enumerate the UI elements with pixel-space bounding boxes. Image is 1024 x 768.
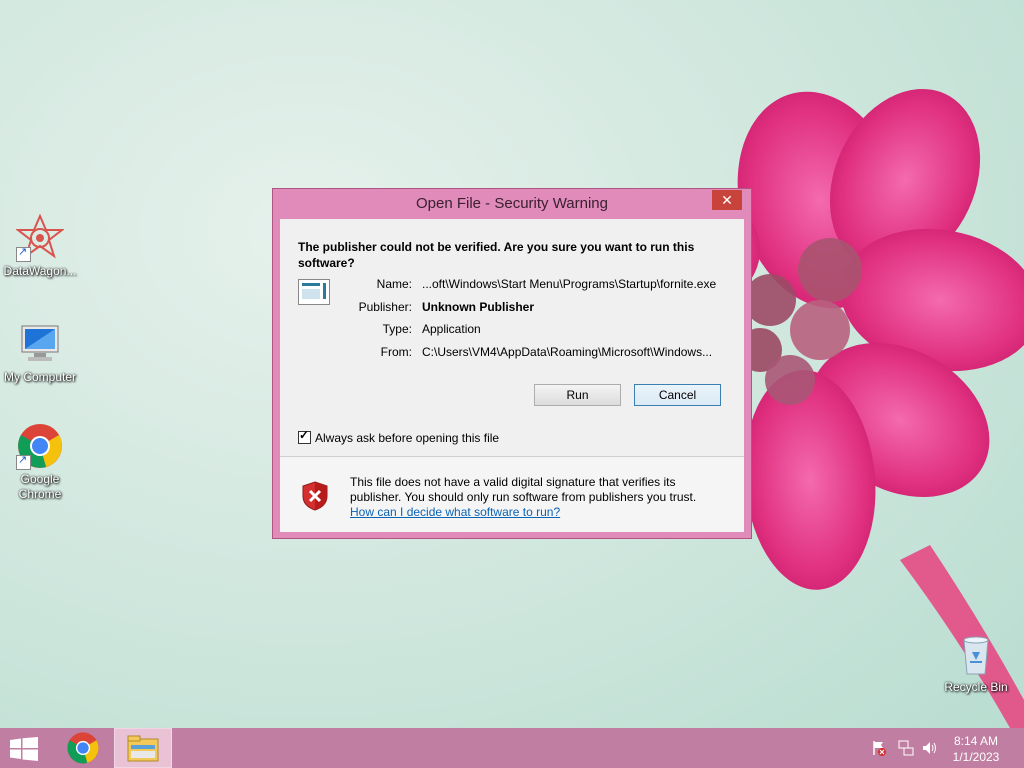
- field-label: Type:: [382, 322, 412, 336]
- field-label: Publisher:: [358, 300, 412, 314]
- desktop-icon-datawagon[interactable]: DataWagon...: [0, 213, 80, 279]
- windows-start-icon[interactable]: [10, 737, 38, 761]
- field-label: From:: [380, 345, 412, 359]
- field-label: Name:: [376, 277, 412, 291]
- cancel-button[interactable]: Cancel: [634, 384, 721, 406]
- clock-time: 8:14 AM: [953, 734, 999, 748]
- desktop-icon-my-computer[interactable]: My Computer: [0, 320, 80, 385]
- clock-date: 1/1/2023: [952, 750, 1000, 764]
- shortcut-arrow-icon: [16, 245, 31, 262]
- close-button[interactable]: ✕: [712, 190, 742, 210]
- field-value: Unknown Publisher: [422, 300, 535, 314]
- computer-monitor-icon: [16, 320, 64, 368]
- always-ask-checkbox[interactable]: [298, 428, 311, 444]
- desktop-icon-label: Google Chrome: [18, 472, 62, 501]
- dialog-title: Open File - Security Warning: [415, 195, 608, 212]
- warning-message: This file does not have a valid digital …: [350, 475, 730, 520]
- network-icon[interactable]: [898, 740, 914, 756]
- field-value: Application: [422, 322, 481, 336]
- field-value: ...oft\Windows\Start Menu\Programs\Start…: [422, 277, 717, 291]
- desktop-icon-label: Recycle Bin: [944, 680, 1008, 694]
- security-shield-icon: [300, 481, 330, 511]
- desktop-icon-google-chrome[interactable]: Google Chrome: [0, 422, 80, 502]
- dialog-titlebar[interactable]: Open File - Security Warning ✕: [273, 189, 751, 219]
- file-explorer-icon: [127, 735, 159, 762]
- always-ask-checkbox-row[interactable]: Always ask before opening this file: [298, 428, 500, 445]
- recycle-bin-icon: [952, 630, 1000, 678]
- help-link[interactable]: How can I decide what software to run?: [350, 505, 560, 519]
- datawagon-icon: [15, 213, 65, 262]
- field-value: C:\Users\VM4\AppData\Roaming\Microsoft\W…: [422, 345, 713, 359]
- dialog-body: The publisher could not be verified. Are…: [280, 219, 744, 532]
- desktop-icon-label: My Computer: [3, 370, 77, 384]
- warning-text: This file does not have a valid digital …: [350, 475, 697, 504]
- shortcut-arrow-icon: [16, 453, 31, 470]
- desktop-icon-label: DataWagon...: [3, 264, 77, 278]
- run-button[interactable]: Run: [534, 384, 621, 406]
- taskbar-chrome-button[interactable]: [54, 728, 112, 768]
- checkbox-label: Always ask before opening this file: [315, 431, 500, 445]
- action-center-flag-icon[interactable]: [872, 740, 886, 756]
- volume-icon[interactable]: [922, 740, 938, 756]
- desktop-icon-recycle-bin[interactable]: Recycle Bin: [936, 630, 1016, 695]
- dialog-headline: The publisher could not be verified. Are…: [298, 240, 695, 270]
- taskbar: 8:14 AM 1/1/2023: [0, 728, 1024, 768]
- chrome-icon: [16, 422, 64, 470]
- chrome-icon: [67, 732, 99, 764]
- taskbar-file-explorer-button[interactable]: [114, 728, 172, 768]
- security-warning-dialog: Open File - Security Warning ✕ The publi…: [272, 188, 752, 539]
- taskbar-clock[interactable]: 8:14 AM 1/1/2023: [946, 733, 1006, 765]
